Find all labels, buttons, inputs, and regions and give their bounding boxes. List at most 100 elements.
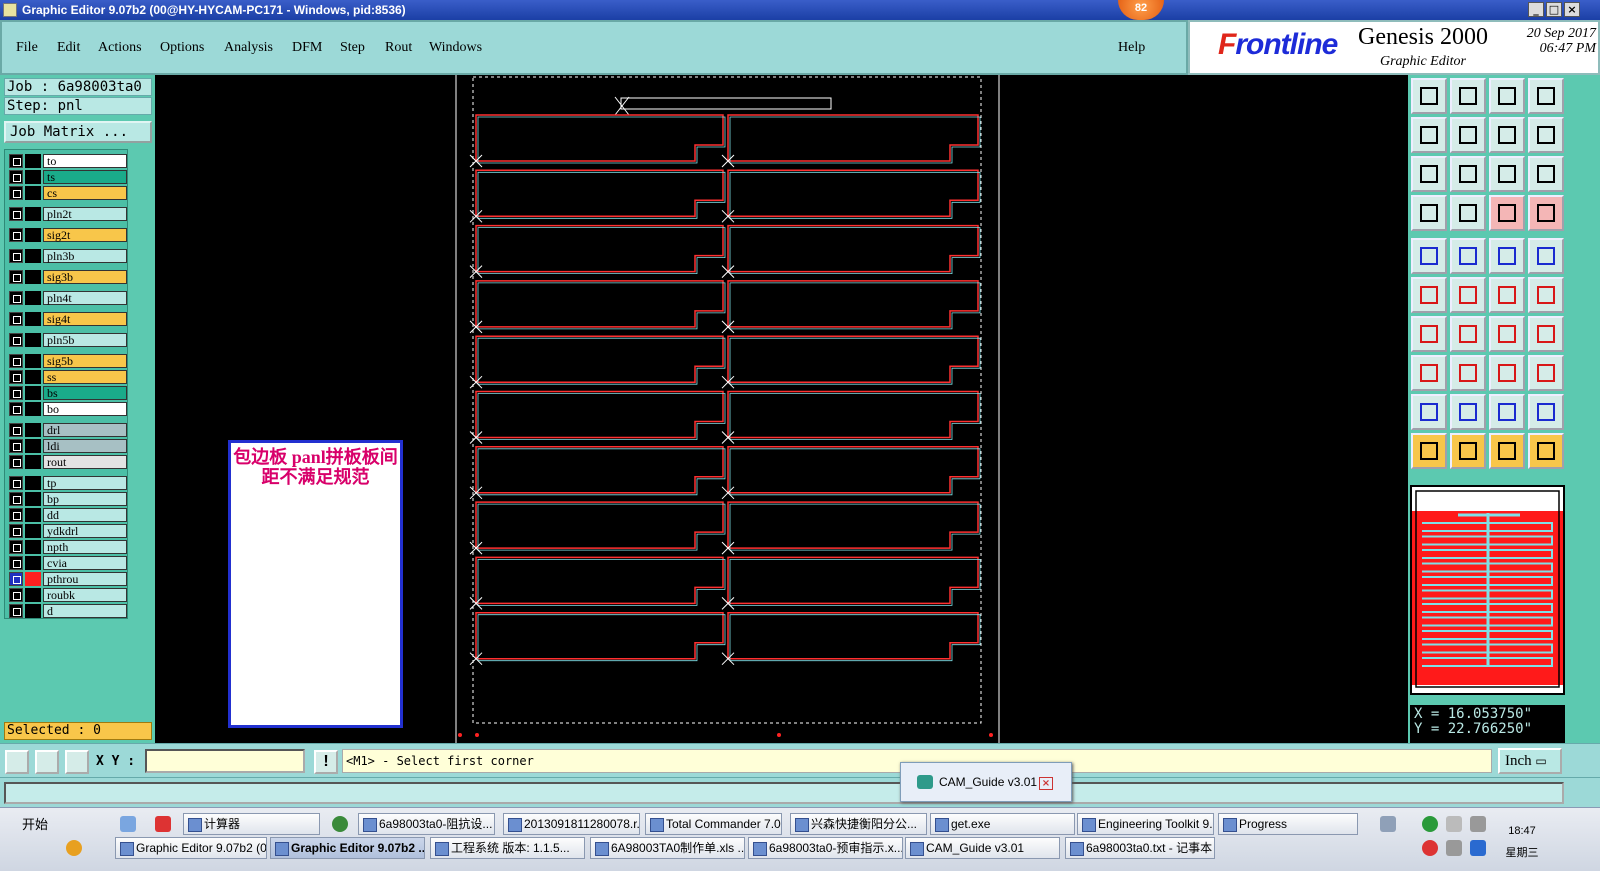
move-icon[interactable] [1528, 277, 1564, 313]
layer-checkbox[interactable] [9, 354, 23, 368]
line-icon[interactable] [1489, 277, 1525, 313]
tool-settings-icon[interactable] [1411, 195, 1447, 231]
layer-name[interactable]: ldi [43, 439, 127, 453]
layer-name[interactable]: ts [43, 170, 127, 184]
layer-row-d[interactable]: d [9, 604, 127, 618]
layer-row-rout[interactable]: rout [9, 455, 127, 469]
layer-name[interactable]: pthrou [43, 572, 127, 586]
taskbar-item[interactable]: Engineering Toolkit 9.... [1077, 813, 1214, 835]
layer-row-tp[interactable]: tp [9, 476, 127, 490]
layer-row-pthrou[interactable]: pthrou [9, 572, 127, 586]
layer-row-to[interactable]: to [9, 154, 127, 168]
layer-checkbox[interactable] [9, 439, 23, 453]
layer-name[interactable]: d [43, 604, 127, 618]
layer-checkbox[interactable] [9, 312, 23, 326]
layer-checkbox[interactable] [9, 540, 23, 554]
layer-name[interactable]: roubk [43, 588, 127, 602]
draw-line2-icon[interactable] [1450, 316, 1486, 352]
layer-row-ldi[interactable]: ldi [9, 439, 127, 453]
layer-name[interactable]: pln3b [43, 249, 127, 263]
menu-help[interactable]: Help [1118, 40, 1145, 56]
layer-name[interactable]: sig3b [43, 270, 127, 284]
layer-row-pln3b[interactable]: pln3b [9, 249, 127, 263]
add-feature-icon[interactable] [1450, 238, 1486, 274]
tri3-icon[interactable] [1489, 394, 1525, 430]
taskbar-item[interactable]: 计算器 [183, 813, 320, 835]
quicklaunch-icon-2[interactable] [66, 840, 82, 856]
layer-name[interactable]: to [43, 154, 127, 168]
taskbar-item[interactable]: 6a98003ta0-预审指示.x... [748, 837, 903, 859]
layer-row-ydkdrl[interactable]: ydkdrl [9, 524, 127, 538]
add-pad-icon[interactable] [1411, 238, 1447, 274]
taskbar-item[interactable]: Graphic Editor 9.07b2 ... [270, 837, 425, 859]
layer-red-icon[interactable] [1489, 195, 1525, 231]
layer-checkbox[interactable] [9, 291, 23, 305]
layer-row-drl[interactable]: drl [9, 423, 127, 437]
help-icon[interactable] [1528, 156, 1564, 192]
layer-checkbox[interactable] [9, 186, 23, 200]
menu-rout[interactable]: Rout [385, 40, 412, 56]
zoom-window-button[interactable] [5, 750, 29, 774]
minimize-button[interactable]: _ [1528, 2, 1544, 17]
ruler-icon[interactable] [1489, 238, 1525, 274]
volume-icon[interactable] [1446, 840, 1462, 856]
layer-checkbox[interactable] [9, 423, 23, 437]
layer-checkbox[interactable] [9, 455, 23, 469]
layer-name[interactable]: sig4t [43, 312, 127, 326]
layer-checkbox[interactable] [9, 524, 23, 538]
layer-name[interactable]: tp [43, 476, 127, 490]
layer-checkbox[interactable] [9, 556, 23, 570]
center-icon[interactable] [1450, 156, 1486, 192]
grid-button[interactable] [65, 750, 89, 774]
layer-name[interactable]: drl [43, 423, 127, 437]
menu-dfm[interactable]: DFM [292, 40, 322, 56]
quicklaunch-icon[interactable] [120, 816, 136, 832]
tray-icon-4[interactable] [1422, 840, 1438, 856]
layer-row-pln5b[interactable]: pln5b [9, 333, 127, 347]
taskbar-item[interactable]: Graphic Editor 9.07b2 (0... [115, 837, 267, 859]
menu-analysis[interactable]: Analysis [224, 40, 273, 56]
browser-icon[interactable] [332, 816, 348, 832]
layer-swap-icon[interactable] [1528, 195, 1564, 231]
pan-right-icon[interactable] [1450, 117, 1486, 153]
layer-checkbox[interactable] [9, 604, 23, 618]
layer-name[interactable]: pln2t [43, 207, 127, 221]
delete-icon[interactable] [1450, 277, 1486, 313]
layer-row-cvia[interactable]: cvia [9, 556, 127, 570]
zoom-out-icon[interactable] [1489, 117, 1525, 153]
layer-name[interactable]: pln4t [43, 291, 127, 305]
tray-icon-3[interactable] [1446, 816, 1462, 832]
layer-row-dd[interactable]: dd [9, 508, 127, 522]
taskbar-item[interactable]: Total Commander 7.0... [645, 813, 782, 835]
menu-windows[interactable]: Windows [429, 40, 482, 56]
layer-row-bs[interactable]: bs [9, 386, 127, 400]
xy-input[interactable] [145, 749, 305, 773]
layer-row-sig2t[interactable]: sig2t [9, 228, 127, 242]
layer-row-cs[interactable]: cs [9, 186, 127, 200]
pad-icon[interactable] [1411, 355, 1447, 391]
close-icon[interactable]: × [1039, 777, 1053, 790]
grid-icon[interactable] [1450, 195, 1486, 231]
exclamation-button[interactable]: ! [314, 750, 338, 774]
save-icon[interactable] [1450, 78, 1486, 114]
window-icon[interactable] [1528, 78, 1564, 114]
layer-checkbox[interactable] [9, 270, 23, 284]
select4-icon[interactable] [1528, 433, 1564, 469]
tri2-icon[interactable] [1450, 394, 1486, 430]
layer-name[interactable]: ydkdrl [43, 524, 127, 538]
layer-checkbox[interactable] [9, 370, 23, 384]
taskbar-item[interactable]: 6A98003TA0制作单.xls ... [590, 837, 745, 859]
connect-icon[interactable] [1411, 277, 1447, 313]
layer-name[interactable]: rout [43, 455, 127, 469]
layer-row-bo[interactable]: bo [9, 402, 127, 416]
layer-row-pln2t[interactable]: pln2t [9, 207, 127, 221]
layer-row-ts[interactable]: ts [9, 170, 127, 184]
layer-row-sig3b[interactable]: sig3b [9, 270, 127, 284]
taskbar-item[interactable]: Progress [1218, 813, 1358, 835]
network-icon[interactable] [1470, 816, 1486, 832]
minimap[interactable] [1410, 485, 1565, 695]
layer-row-bp[interactable]: bp [9, 492, 127, 506]
layer-name[interactable]: npth [43, 540, 127, 554]
dash-icon[interactable] [1450, 355, 1486, 391]
layer-checkbox[interactable] [9, 170, 23, 184]
